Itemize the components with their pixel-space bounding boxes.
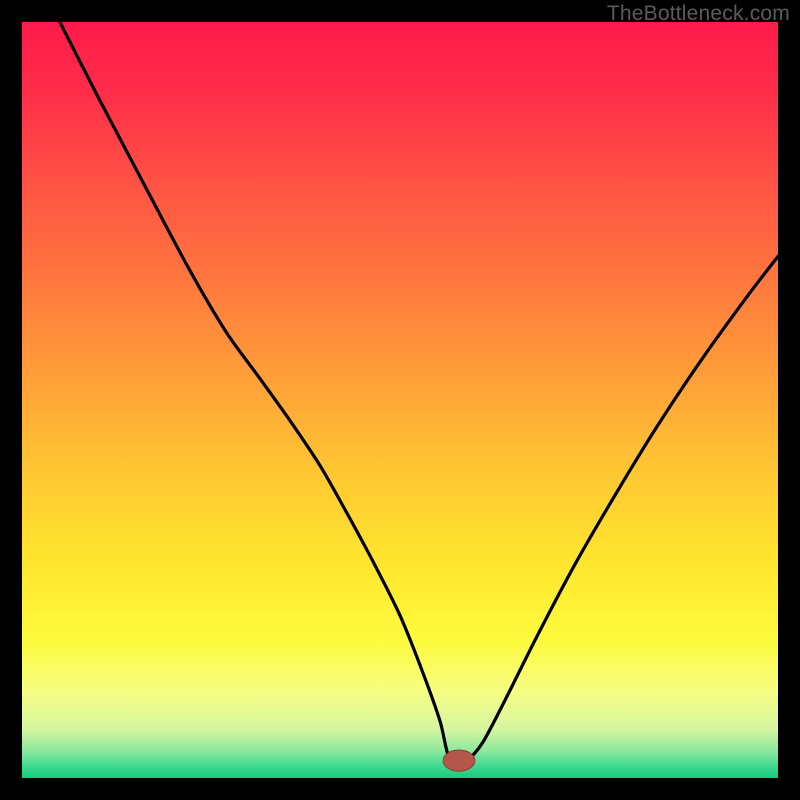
gradient-background	[22, 22, 778, 778]
plot-area	[22, 22, 778, 778]
optimal-point-marker	[443, 750, 475, 771]
chart-frame: TheBottleneck.com	[0, 0, 800, 800]
chart-svg	[22, 22, 778, 778]
watermark-text: TheBottleneck.com	[607, 2, 790, 26]
